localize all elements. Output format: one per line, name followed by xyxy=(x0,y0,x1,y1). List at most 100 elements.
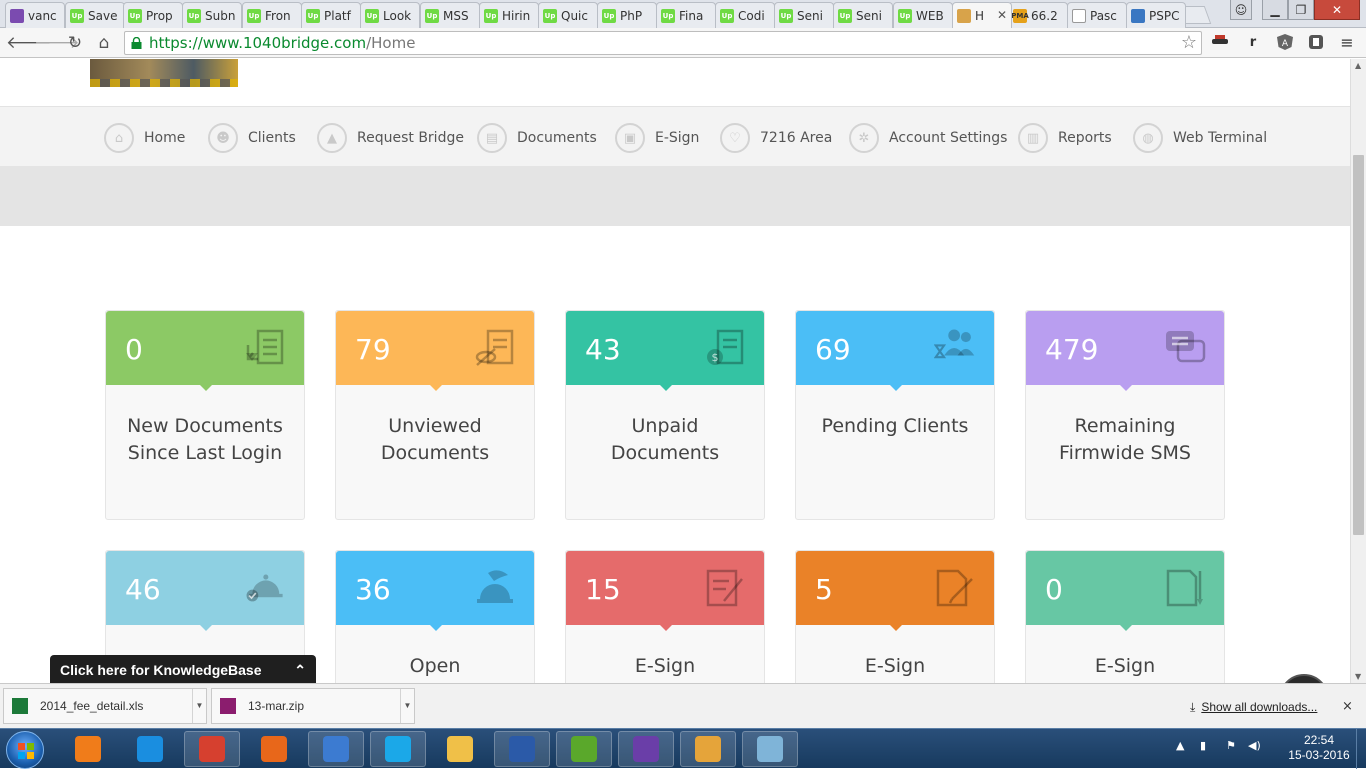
nav-item-home[interactable]: ⌂ Home xyxy=(104,122,185,154)
angular-extension-icon[interactable]: A xyxy=(1276,34,1294,52)
browser-tab[interactable]: Up Prop xyxy=(123,2,183,28)
esign-document-icon xyxy=(1164,567,1206,609)
incognito-extension-icon[interactable] xyxy=(1211,34,1229,52)
download-menu-chevron-icon[interactable]: ▼ xyxy=(192,689,206,723)
nav-item-e-sign[interactable]: ▣ E-Sign xyxy=(615,122,699,154)
browser-tab[interactable]: Up Seni xyxy=(833,2,893,28)
stat-card[interactable]: 43 $ Unpaid Documents xyxy=(565,310,765,520)
page-scrollbar[interactable]: ▲ ▼ xyxy=(1350,59,1366,683)
help-button[interactable]: ? xyxy=(1279,674,1329,683)
browser-tab[interactable]: Up Look xyxy=(360,2,420,28)
taskbar-app-button[interactable] xyxy=(370,731,426,767)
taskbar-app-button[interactable] xyxy=(122,731,178,767)
nav-item-web-terminal[interactable]: ◍ Web Terminal xyxy=(1133,122,1267,154)
stat-card[interactable]: 79 Unviewed Documents xyxy=(335,310,535,520)
stat-card[interactable]: 0 E-Sign xyxy=(1025,550,1225,683)
nav-item-account-settings[interactable]: ✲ Account Settings xyxy=(849,122,1007,154)
stat-card[interactable]: 36 Open xyxy=(335,550,535,683)
nav-item-request-bridge[interactable]: ▲ Request Bridge xyxy=(317,122,464,154)
tray-network-icon[interactable]: ▮ xyxy=(1200,739,1206,752)
download-menu-chevron-icon[interactable]: ▼ xyxy=(400,689,414,723)
stat-card[interactable]: 479 Remaining Firmwide SMS xyxy=(1025,310,1225,520)
browser-tab[interactable]: Up Hirin xyxy=(479,2,539,28)
taskbar-app-button[interactable] xyxy=(556,731,612,767)
show-desktop-button[interactable] xyxy=(1356,729,1366,769)
scroll-down-icon[interactable]: ▼ xyxy=(1355,672,1361,681)
back-button[interactable]: 🡐 xyxy=(6,33,52,53)
knowledgebase-bar[interactable]: Click here for KnowledgeBase ⌃ xyxy=(50,655,316,685)
banner-image xyxy=(90,59,238,87)
stat-card-label: Unpaid Documents xyxy=(610,415,720,464)
taskbar-app-button[interactable] xyxy=(494,731,550,767)
browser-tab[interactable]: Up Subn xyxy=(182,2,242,28)
bookmark-star-icon[interactable]: ☆ xyxy=(1181,32,1197,54)
minimize-button[interactable]: ▁ xyxy=(1262,0,1288,20)
browser-tab[interactable]: Pasc xyxy=(1067,2,1127,28)
browser-tab[interactable]: Up Platf xyxy=(301,2,361,28)
close-downloads-shelf-button[interactable]: × xyxy=(1342,699,1353,714)
browser-tab[interactable]: Up Quic xyxy=(538,2,598,28)
url-secure-part: https://www.1040bridge.com xyxy=(149,34,367,52)
chevron-up-icon[interactable]: ⌃ xyxy=(294,655,306,685)
r-extension-icon[interactable]: r xyxy=(1244,34,1262,52)
square-extension-icon[interactable] xyxy=(1307,34,1325,52)
gmail-favicon-icon xyxy=(10,8,24,23)
address-bar[interactable]: https://www.1040bridge.com/Home ☆ xyxy=(124,31,1202,55)
tray-flag-icon[interactable]: ⚑ xyxy=(1226,739,1236,752)
stat-card-value: 36 xyxy=(355,573,391,606)
esign-pen-icon xyxy=(704,567,746,609)
browser-tab[interactable]: H ✕ xyxy=(952,2,1012,28)
nav-item-reports[interactable]: ▥ Reports xyxy=(1018,122,1112,154)
tray-expand-icon[interactable]: ▲ xyxy=(1176,739,1184,752)
upwork-favicon-icon: Up xyxy=(898,8,912,23)
stat-card-header: 0 xyxy=(1026,551,1224,631)
nav-item-7216-area[interactable]: ♡ 7216 Area xyxy=(720,122,832,154)
browser-tab[interactable]: Up Fron xyxy=(242,2,302,28)
taskbar-app-button[interactable] xyxy=(432,731,488,767)
taskbar-app-button[interactable] xyxy=(308,731,364,767)
browser-tab[interactable]: Up MSS xyxy=(420,2,480,28)
browser-tab[interactable]: vanc xyxy=(5,2,65,28)
browser-tab[interactable]: Up Codi xyxy=(715,2,775,28)
browser-tab[interactable]: PSPC xyxy=(1126,2,1186,28)
home-button[interactable]: ⌂ xyxy=(93,33,115,53)
taskbar-app-button[interactable] xyxy=(184,731,240,767)
browser-tab[interactable]: Up Seni xyxy=(774,2,834,28)
user-profile-button[interactable]: ☺ xyxy=(1230,0,1252,20)
download-item[interactable]: 13-mar.zip ▼ xyxy=(211,688,415,724)
taskbar-app-button[interactable] xyxy=(742,731,798,767)
nav-item-documents[interactable]: ▤ Documents xyxy=(477,122,597,154)
chrome-menu-icon[interactable]: ≡ xyxy=(1338,34,1356,52)
tab-label: PhP xyxy=(620,8,643,23)
stat-card[interactable]: 5 E-Sign xyxy=(795,550,995,683)
restore-button[interactable]: ❐ xyxy=(1288,0,1314,20)
start-button[interactable] xyxy=(6,731,44,769)
show-all-downloads-link[interactable]: ⤓ Show all downloads... xyxy=(1190,700,1317,715)
browser-tab[interactable]: Up Save xyxy=(65,2,125,28)
internet-explorer-icon xyxy=(137,736,163,762)
browser-tab[interactable]: Up PhP xyxy=(597,2,657,28)
stat-card[interactable]: 15 E-Sign xyxy=(565,550,765,683)
reload-button[interactable]: ↻ xyxy=(64,33,86,53)
taskbar-app-button[interactable] xyxy=(60,731,116,767)
taskbar-app-button[interactable] xyxy=(618,731,674,767)
scrollbar-thumb[interactable] xyxy=(1353,155,1364,535)
taskbar-app-button[interactable] xyxy=(680,731,736,767)
nav-item-clients[interactable]: ☻ Clients xyxy=(208,122,296,154)
download-item[interactable]: 2014_fee_detail.xls ▼ xyxy=(3,688,207,724)
tab-close-icon[interactable]: ✕ xyxy=(997,8,1007,22)
window-close-button[interactable]: ✕ xyxy=(1314,0,1360,20)
stat-card[interactable]: 0 New Documents Since Last Login xyxy=(105,310,305,520)
download-filename: 2014_fee_detail.xls xyxy=(40,699,144,713)
clock-date: 15-03-2016 xyxy=(1288,748,1350,762)
scroll-up-icon[interactable]: ▲ xyxy=(1355,61,1361,70)
browser-tab[interactable]: Up WEB xyxy=(893,2,953,28)
stat-card-label: Open xyxy=(409,655,461,677)
tray-volume-icon[interactable]: ◀) xyxy=(1248,739,1261,752)
forward-button[interactable]: 🡒 xyxy=(34,33,80,53)
browser-tab[interactable]: PMA 66.2 xyxy=(1008,2,1068,28)
taskbar-app-button[interactable] xyxy=(246,731,302,767)
browser-tab[interactable]: Up Fina xyxy=(656,2,716,28)
system-clock[interactable]: 22:54 15-03-2016 xyxy=(1286,733,1352,763)
stat-card[interactable]: 69 Pending Clients xyxy=(795,310,995,520)
